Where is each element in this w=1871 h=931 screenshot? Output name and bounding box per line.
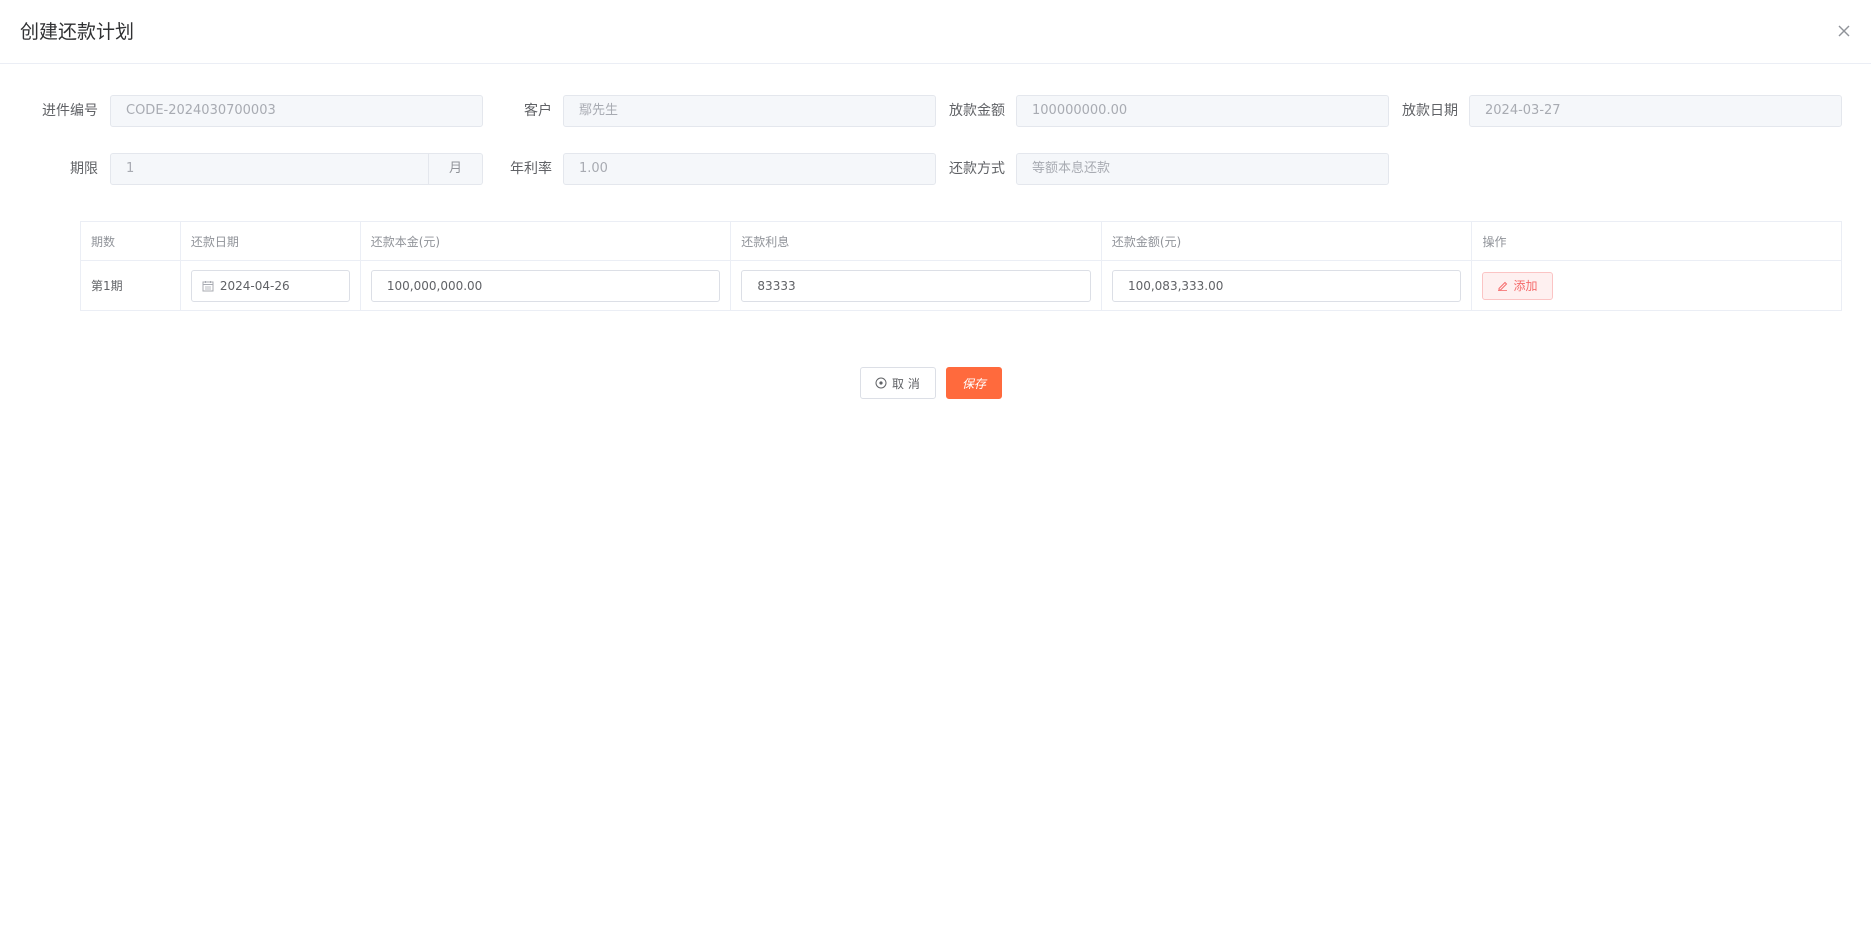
add-button-label: 添加 (1513, 279, 1538, 293)
principal-cell: 100,000,000.00 (361, 261, 732, 310)
header-principal: 还款本金(元) (361, 222, 732, 260)
header-action: 操作 (1482, 234, 1507, 249)
table-row: 第1期 2024-04-26 100,000,000.00 83333 100,… (81, 261, 1841, 310)
edit-icon (1497, 280, 1508, 291)
interest-input[interactable]: 83333 (741, 269, 1091, 302)
term-unit: 月 (429, 153, 483, 185)
cancel-button[interactable]: 取 消 (860, 367, 936, 399)
repay-method-label: 还款方式 (949, 161, 1005, 177)
action-cell: 添加 (1472, 261, 1841, 310)
annual-rate-input[interactable]: 1.00 (563, 153, 936, 185)
dialog-header: 创建还款计划 (0, 0, 1871, 64)
repayment-plan-dialog: 创建还款计划 进件编号 CODE-2024030700003 客户 鄢先生 放款… (0, 0, 1871, 931)
customer-label: 客户 (524, 103, 552, 119)
interest-cell: 83333 (731, 261, 1102, 310)
calendar-icon (202, 280, 214, 292)
loan-date-label: 放款日期 (1402, 103, 1458, 119)
repay-date-picker[interactable]: 2024-04-26 (190, 269, 350, 302)
repay-method-select[interactable]: 等额本息还款 (1016, 153, 1389, 185)
loan-amount-input[interactable]: 100000000.00 (1016, 95, 1389, 127)
amount-input[interactable]: 100,083,333.00 (1111, 269, 1462, 302)
save-button[interactable]: 保存 (946, 367, 1002, 399)
footer-buttons: 取 消 保存 (860, 367, 1002, 399)
amount-cell: 100,083,333.00 (1102, 261, 1473, 310)
term-input-group: 1 月 (110, 153, 483, 185)
header-period: 期数 (81, 222, 181, 260)
header-date: 还款日期 (181, 222, 361, 260)
period-cell: 第1期 (81, 261, 181, 310)
term-label: 期限 (70, 161, 98, 177)
table-header: 期数 还款日期 还款本金(元) 还款利息 还款金额(元) 操作 (81, 222, 1841, 261)
cancel-button-label: 取 消 (892, 376, 920, 391)
form-row-1: 进件编号 CODE-2024030700003 客户 鄢先生 放款金额 1000… (0, 95, 1871, 127)
customer-input[interactable]: 鄢先生 (563, 95, 936, 127)
loan-date-input[interactable]: 2024-03-27 (1469, 95, 1842, 127)
dialog-title: 创建还款计划 (20, 21, 135, 43)
case-no-input[interactable]: CODE-2024030700003 (110, 95, 483, 127)
repayment-table: 期数 还款日期 还款本金(元) 还款利息 还款金额(元) 操作 第1期 2024… (80, 221, 1842, 311)
loan-amount-label: 放款金额 (949, 103, 1005, 119)
close-icon[interactable] (1833, 20, 1855, 42)
case-no-label: 进件编号 (42, 103, 98, 119)
circle-close-icon (875, 377, 887, 389)
date-cell: 2024-04-26 (181, 261, 361, 310)
term-input[interactable]: 1 (110, 153, 429, 185)
repay-date-value: 2024-04-26 (219, 278, 290, 293)
header-interest: 还款利息 (731, 222, 1102, 260)
annual-rate-label: 年利率 (510, 161, 552, 177)
add-button[interactable]: 添加 (1482, 271, 1553, 300)
header-amount: 还款金额(元) (1102, 222, 1473, 260)
form-row-2: 期限 1 月 年利率 1.00 还款方式 等额本息还款 (0, 153, 1871, 185)
principal-input[interactable]: 100,000,000.00 (370, 269, 721, 302)
